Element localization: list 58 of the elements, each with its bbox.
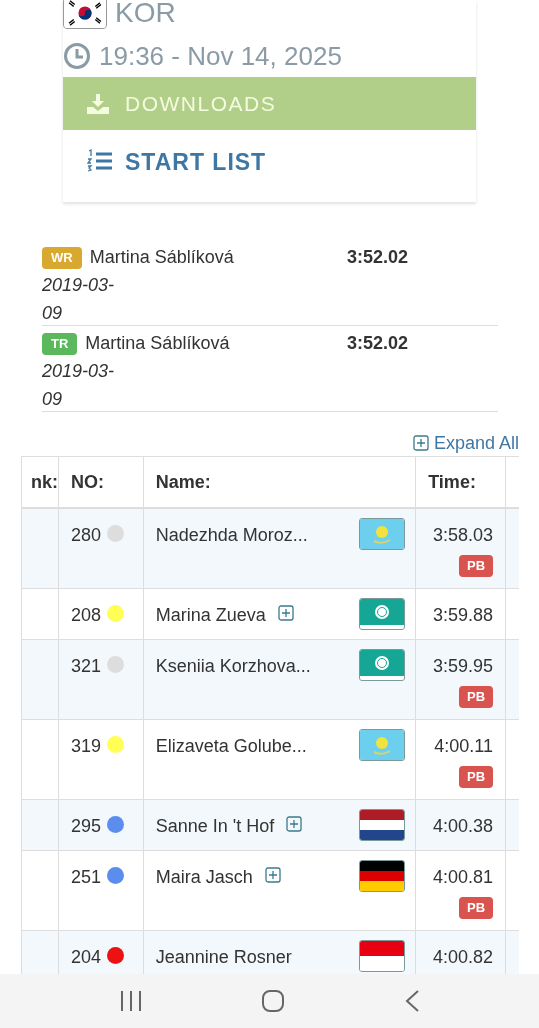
record-holder: Martina Sáblíková [85,332,230,355]
skater-name[interactable]: Maira Jasch [155,864,253,891]
expand-all-link[interactable]: Expand All [412,430,519,456]
record-holder: Martina Sáblíková [89,246,234,269]
record-date: 2019-03-09 [42,274,116,325]
download-icon [87,93,109,114]
bib-number: 280 [70,524,101,547]
column-header: nk: [30,470,58,494]
race-time: 4:00.11 [434,735,494,758]
record-time: 3:52.02 [347,332,409,355]
clock-icon [63,42,91,70]
flag-icon [359,649,406,681]
record-date: 2019-03-09 [42,360,116,411]
column-header: Time: [428,470,476,494]
expand-icon[interactable] [286,816,303,832]
record-badge: TR [42,332,78,355]
record-time: 3:52.02 [347,246,409,269]
expand-icon[interactable] [412,435,429,451]
flag-icon [359,729,406,761]
recent-apps-icon[interactable] [119,989,144,1013]
flag-icon [359,518,406,550]
flag-icon [359,940,406,972]
race-time: 4:00.82 [432,946,494,969]
bib-number: 204 [70,946,101,969]
back-icon[interactable] [403,989,420,1013]
skater-name[interactable]: Sanne In 't Hof [155,813,275,840]
skater-name[interactable]: Kseniia Korzhova... [155,653,311,680]
event-datetime: 19:36 - Nov 14, 2025 [99,39,342,73]
skater-name[interactable]: Marina Zueva [155,602,266,629]
record-badge: WR [42,246,82,269]
bib-number: 295 [70,815,101,838]
skater-name[interactable]: Elizaveta Golube... [155,733,307,760]
race-time: 3:58.03 [432,524,494,547]
pb-badge: PB [458,686,494,708]
race-time: 4:00.38 [432,815,494,838]
start-list-link[interactable]: START LIST [63,134,476,190]
race-time: 3:59.95 [432,655,494,678]
skater-name[interactable]: Nadezhda Moroz... [155,522,308,549]
country-code: KOR [115,0,176,30]
bib-number: 319 [70,735,101,758]
column-header: Name: [155,470,211,494]
numbered-list-icon [87,149,113,175]
flag-icon [359,860,406,892]
bib-number: 251 [70,866,101,889]
flag-icon [359,598,406,630]
pb-badge: PB [458,897,494,919]
skater-name[interactable]: Jeannine Rosner [155,944,292,971]
pb-badge: PB [458,766,494,788]
race-time: 4:00.81 [432,866,494,889]
bib-number: 321 [70,655,101,678]
pb-badge: PB [458,555,494,577]
flag-icon [359,809,406,841]
home-icon[interactable] [261,989,286,1013]
column-header: NO: [70,470,104,494]
bib-number: 208 [70,604,101,627]
race-time: 3:59.88 [432,604,494,627]
expand-icon[interactable] [277,605,294,621]
expand-icon[interactable] [264,867,281,883]
